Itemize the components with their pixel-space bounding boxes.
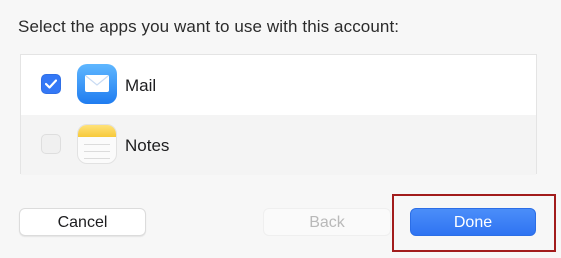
checkmark-icon — [45, 79, 57, 89]
back-button[interactable]: Back — [263, 208, 391, 236]
account-apps-dialog: Select the apps you want to use with thi… — [0, 0, 561, 258]
app-label-notes: Notes — [125, 136, 170, 155]
notes-checkbox[interactable] — [41, 134, 61, 154]
done-button[interactable]: Done — [410, 208, 536, 236]
mail-icon — [77, 64, 117, 104]
app-list: Mail Notes — [20, 54, 537, 175]
app-row-notes[interactable]: Notes — [21, 115, 536, 175]
notes-icon — [77, 124, 117, 164]
cancel-button[interactable]: Cancel — [19, 208, 146, 236]
app-label-mail: Mail — [125, 76, 157, 95]
mail-checkbox[interactable] — [41, 74, 61, 94]
dialog-heading: Select the apps you want to use with thi… — [18, 17, 400, 36]
app-row-mail[interactable]: Mail — [21, 55, 536, 115]
